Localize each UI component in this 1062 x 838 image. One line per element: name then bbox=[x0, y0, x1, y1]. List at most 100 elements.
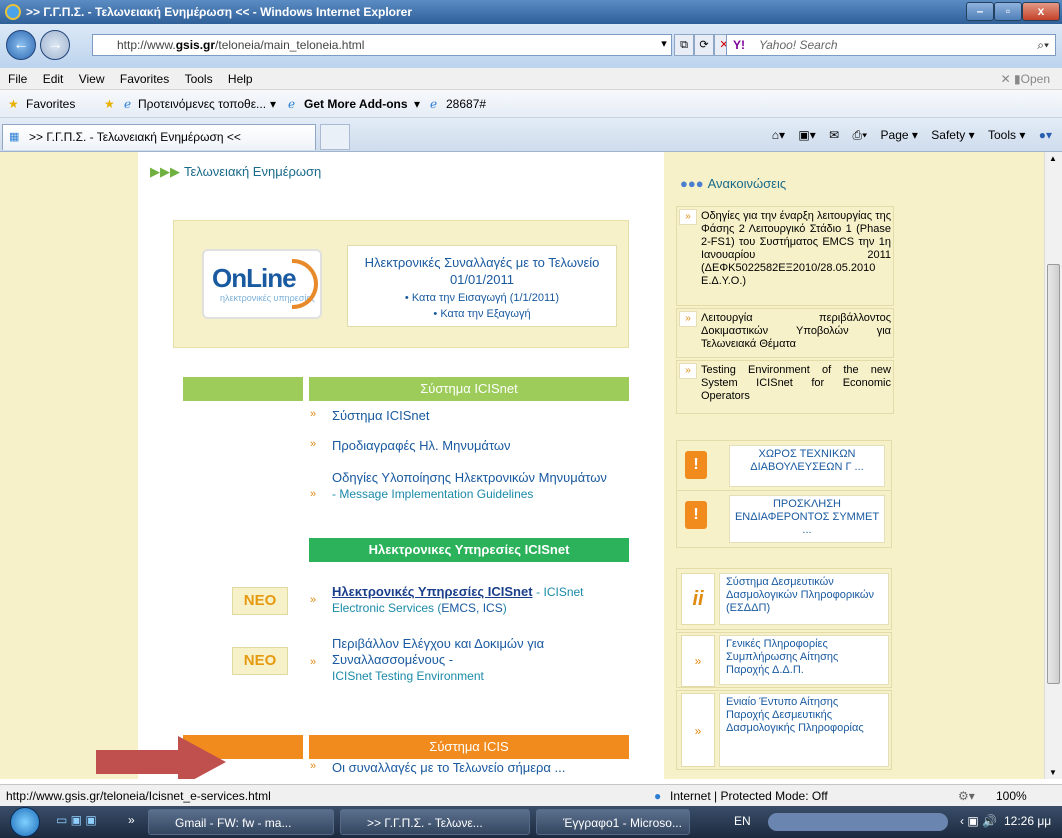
alert-icon: ! bbox=[685, 451, 707, 479]
quicklaunch-icons[interactable]: ▭ ▣ ▣ bbox=[56, 813, 97, 827]
window-title: >> Γ.Γ.Π.Σ. - Τελωνειακή Ενημέρωση << - … bbox=[26, 5, 413, 19]
help-icon[interactable]: ●▾ bbox=[1039, 128, 1052, 142]
menu-favorites[interactable]: Favorites bbox=[120, 72, 169, 86]
tools-menu[interactable]: Tools ▾ bbox=[988, 128, 1025, 142]
page-viewport: ▶▶▶ Τελωνειακή Ενημέρωση OnLine ηλεκτρονι… bbox=[0, 152, 1044, 779]
triangles-icon: ▶▶▶ bbox=[150, 164, 180, 179]
mail-icon[interactable]: ✉ bbox=[829, 128, 839, 142]
bookmark-link[interactable]: 28687# bbox=[446, 90, 486, 118]
addons-dropdown-icon[interactable]: ▾ bbox=[414, 90, 420, 118]
toolbar-close-icon[interactable]: ✕ ▮Open bbox=[1001, 68, 1050, 90]
globe-icon: ● bbox=[654, 789, 662, 803]
tab-current[interactable]: ▦ >> Γ.Γ.Π.Σ. - Τελωνειακή Ενημέρωση << bbox=[2, 124, 316, 150]
taskbar-ie[interactable]: >> Γ.Γ.Π.Σ. - Τελωνε... bbox=[340, 809, 530, 835]
bullet-icon: » bbox=[681, 635, 715, 687]
zoom-level[interactable]: 100% bbox=[996, 785, 1027, 807]
print-icon[interactable]: ⎙▾ bbox=[853, 128, 868, 142]
safety-menu[interactable]: Safety ▾ bbox=[931, 128, 974, 142]
alert-icon: ! bbox=[685, 501, 707, 529]
taskbar-gmail[interactable]: Gmail - FW: fw - ma... bbox=[148, 809, 334, 835]
scrollbar-thumb[interactable] bbox=[1047, 264, 1060, 684]
invitation-box[interactable]: ! ΠΡΟΣΚΛΗΣΗ ΕΝΔΙΑΦΕΡΟΝΤΟΣ ΣΥΜΜΕΤ ... bbox=[676, 490, 892, 548]
address-row: ← → http://www.gsis.gr/teloneia/main_tel… bbox=[0, 24, 1062, 68]
addons-link[interactable]: Get More Add-ons bbox=[304, 90, 408, 118]
new-badge: NEO bbox=[232, 647, 288, 675]
suggested-sites-link[interactable]: Προτεινόμενες τοποθε... bbox=[138, 90, 266, 118]
link-icis-today[interactable]: » Οι συναλλαγές με το Τελωνείο σήμερα ... bbox=[310, 760, 620, 778]
new-tab-button[interactable] bbox=[320, 124, 350, 150]
tech-consultation-box[interactable]: ! ΧΩΡΟΣ ΤΕΧΝΙΚΩΝ ΔΙΑΒΟΥΛΕΥΣΕΩΝ Γ ... bbox=[676, 440, 892, 492]
start-button[interactable] bbox=[10, 807, 40, 837]
menu-edit[interactable]: Edit bbox=[43, 72, 64, 86]
scroll-down-icon[interactable]: ▼ bbox=[1049, 768, 1057, 777]
dots-icon: ●●● bbox=[680, 176, 704, 191]
search-icon[interactable]: ⌕▾ bbox=[1037, 35, 1049, 55]
feeds-icon[interactable]: ▣▾ bbox=[798, 128, 815, 142]
menu-help[interactable]: Help bbox=[228, 72, 253, 86]
link-testing-environment[interactable]: » Περιβάλλον Ελέγχου και Δοκιμών για Συν… bbox=[310, 636, 620, 686]
compat-icon[interactable]: ⧉ bbox=[674, 34, 694, 56]
main-content: ▶▶▶ Τελωνειακή Ενημέρωση OnLine ηλεκτρονι… bbox=[138, 152, 664, 779]
taskbar-word[interactable]: Έγγραφο1 - Microso... bbox=[536, 809, 690, 835]
esdp-system-box[interactable]: ii Σύστημα Δεσμευτικών Δασμολογικών Πληρ… bbox=[676, 568, 892, 630]
add-favorite-icon[interactable]: ★ bbox=[104, 90, 115, 118]
minimize-button[interactable]: – bbox=[966, 2, 994, 21]
page-menu[interactable]: Page ▾ bbox=[881, 128, 918, 142]
maximize-button[interactable]: ▫ bbox=[994, 2, 1022, 21]
language-indicator[interactable]: EN bbox=[734, 814, 751, 828]
command-bar: ⌂▾ ▣▾ ✉ ⎙▾ Page ▾ Safety ▾ Tools ▾ ●▾ bbox=[762, 127, 1052, 143]
link-guidelines[interactable]: » Οδηγίες Υλοποίησης Ηλεκτρονικών Μηνυμά… bbox=[310, 470, 610, 524]
home-icon[interactable]: ⌂▾ bbox=[772, 128, 785, 142]
menu-tools[interactable]: Tools bbox=[185, 72, 213, 86]
icisnet-band-left bbox=[183, 377, 303, 401]
address-input[interactable]: http://www.gsis.gr/teloneia/main_telonei… bbox=[92, 34, 672, 56]
tab-row: ▦ >> Γ.Γ.Π.Σ. - Τελωνειακή Ενημέρωση << … bbox=[0, 118, 1062, 152]
new-badge: NEO bbox=[232, 587, 288, 615]
announcement-item[interactable]: » Λειτουργία περιβάλλοντος Δοκιμαστικών Υ… bbox=[676, 308, 894, 358]
suggested-sites-icon: ℯ bbox=[124, 97, 132, 111]
icis-band: Σύστημα ICIS bbox=[309, 735, 629, 759]
back-button[interactable]: ← bbox=[6, 30, 36, 60]
online-box: OnLine ηλεκτρονικές υπηρεσίες Ηλεκτρονικ… bbox=[173, 220, 629, 348]
esdp-form-box[interactable]: » Ενιαίο Έντυπο Αίτησης Παροχής Δεσμευτι… bbox=[676, 690, 892, 770]
online-logo[interactable]: OnLine ηλεκτρονικές υπηρεσίες bbox=[202, 249, 322, 319]
esdp-general-box[interactable]: » Γενικές Πληροφορίες Συμπλήρωσης Αίτηση… bbox=[676, 632, 892, 688]
search-input[interactable]: Y! Yahoo! Search ⌕▾ bbox=[726, 34, 1056, 56]
favorites-button[interactable]: Favorites bbox=[26, 90, 75, 118]
import-link[interactable]: Κατα την Εισαγωγή (1/1/2011) bbox=[412, 292, 559, 304]
link-message-specs[interactable]: » Προδιαγραφές Ηλ. Μηνυμάτων bbox=[310, 438, 610, 456]
address-dropdown-icon[interactable]: ▾ bbox=[654, 34, 674, 56]
page-header: ▶▶▶ Τελωνειακή Ενημέρωση bbox=[150, 164, 322, 179]
favorites-bar: ★ Favorites ★ ℯ Προτεινόμενες τοποθε... … bbox=[0, 90, 1062, 118]
refresh-icon[interactable]: ⟳ bbox=[694, 34, 714, 56]
scroll-up-icon[interactable]: ▲ bbox=[1049, 154, 1057, 163]
eservices-band: Ηλεκτρονικες Υπηρεσίες ICISnet bbox=[309, 538, 629, 562]
media-bar[interactable] bbox=[768, 813, 948, 831]
tray-icons[interactable]: ‹ ▣ 🔊 bbox=[960, 814, 997, 828]
announcements-header: ●●● Ανακοινώσεις bbox=[680, 176, 787, 191]
red-arrow-icon bbox=[96, 736, 226, 779]
forward-button[interactable]: → bbox=[40, 30, 70, 60]
link-eservices[interactable]: » Ηλεκτρονικές Υπηρεσίες ICISnet - ICISn… bbox=[310, 584, 620, 618]
link-icisnet-system[interactable]: » Σύστημα ICISnet bbox=[310, 408, 610, 426]
yahoo-icon: Y! bbox=[733, 38, 745, 52]
quicklaunch-more-icon[interactable]: » bbox=[128, 813, 135, 827]
favorites-star-icon: ★ bbox=[8, 97, 19, 111]
announcements-sidebar: ●●● Ανακοινώσεις » Οδηγίες για την έναρξη … bbox=[668, 152, 894, 779]
settings-icon[interactable]: ⚙▾ bbox=[958, 785, 975, 807]
announcement-item[interactable]: » Testing Environment of the new System I… bbox=[676, 360, 894, 414]
addons-icon: ℯ bbox=[288, 97, 296, 111]
close-button[interactable]: x bbox=[1022, 2, 1060, 21]
status-bar: http://www.gsis.gr/teloneia/Icisnet_e-se… bbox=[0, 784, 1062, 806]
info-icon: ii bbox=[681, 573, 715, 625]
suggested-dropdown-icon[interactable]: ▾ bbox=[270, 90, 276, 118]
vertical-scrollbar[interactable]: ▲ ▼ bbox=[1044, 152, 1062, 779]
export-link[interactable]: Κατα την Εξαγωγή bbox=[440, 308, 530, 320]
taskbar: ▭ ▣ ▣ » Gmail - FW: fw - ma... >> Γ.Γ.Π.… bbox=[0, 806, 1062, 838]
title-bar: >> Γ.Γ.Π.Σ. - Τελωνειακή Ενημέρωση << - … bbox=[0, 0, 1062, 24]
announcement-item[interactable]: » Οδηγίες για την έναρξη λειτουργίας της … bbox=[676, 206, 894, 306]
menu-view[interactable]: View bbox=[79, 72, 105, 86]
menu-file[interactable]: File bbox=[8, 72, 27, 86]
online-panel: Ηλεκτρονικές Συναλλαγές με το Τελωνείο 0… bbox=[347, 245, 617, 327]
security-zone[interactable]: Internet | Protected Mode: Off bbox=[670, 785, 828, 807]
